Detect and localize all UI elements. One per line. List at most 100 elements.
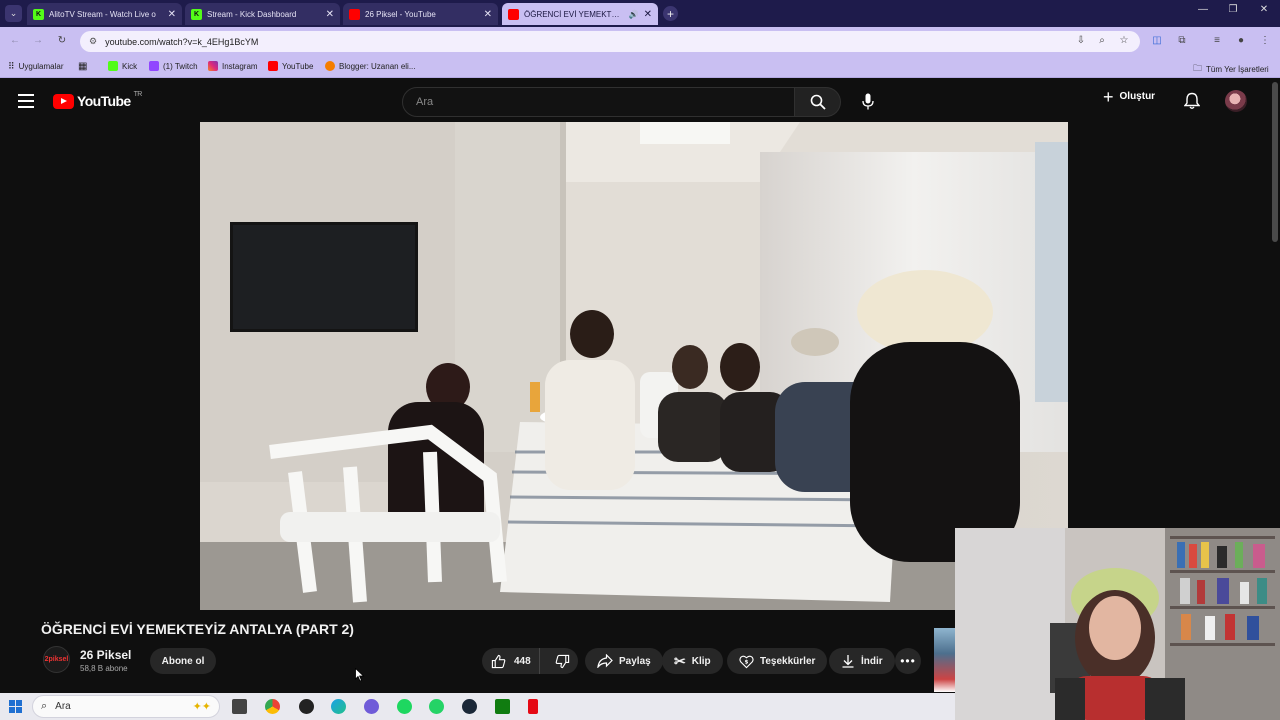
- scissors-icon: ✂: [674, 652, 686, 669]
- share-button[interactable]: Paylaş: [585, 648, 663, 674]
- menu-icon[interactable]: [18, 94, 34, 108]
- webcam-overlay: [955, 528, 1280, 720]
- spotify-icon[interactable]: [397, 699, 412, 714]
- dislike-button[interactable]: [546, 654, 578, 669]
- close-icon[interactable]: ✕: [644, 9, 652, 20]
- bookmark-label: Tüm Yer İşaretleri: [1206, 64, 1269, 74]
- bookmark-apps[interactable]: ⠿ Uygulamalar: [8, 61, 64, 72]
- browser-tab[interactable]: K AlitoTV Stream - Watch Live o ✕: [27, 3, 182, 25]
- new-tab-button[interactable]: +: [663, 6, 678, 21]
- search-input[interactable]: Ara: [402, 87, 795, 117]
- close-icon[interactable]: ✕: [326, 9, 334, 20]
- thanks-button[interactable]: $ Teşekkürler: [727, 648, 828, 674]
- youtube-header: YouTube TR Ara + Oluştur: [0, 80, 1280, 122]
- youtube-logo[interactable]: YouTube TR: [53, 91, 142, 109]
- download-icon: [842, 655, 854, 668]
- netflix-icon[interactable]: [528, 699, 538, 714]
- youtube-icon: [508, 8, 519, 20]
- browser-tab-active[interactable]: ÖĞRENCİ EVİ YEMEKTEYİZ 🔊 ✕: [502, 3, 658, 25]
- bookmark-kick[interactable]: Kick: [108, 61, 137, 71]
- like-dislike-group: 448: [482, 648, 578, 674]
- more-icon: •••: [900, 654, 916, 668]
- related-video-thumbnail[interactable]: [934, 628, 956, 692]
- all-bookmarks-folder[interactable]: 🗀 Tüm Yer İşaretleri: [1193, 61, 1269, 77]
- taskbar-search-placeholder: Ara: [55, 701, 71, 712]
- browser-toolbar: ← → ↻ ⚙ youtube.com/watch?v=k_4EHg1BcYM …: [0, 27, 1280, 56]
- browser-tab[interactable]: 26 Piksel - YouTube ✕: [343, 3, 498, 25]
- bookmark-blogger[interactable]: Blogger: Uzanan eli...: [325, 61, 416, 71]
- user-avatar[interactable]: [1225, 90, 1247, 112]
- speaker-icon[interactable]: 🔊: [629, 10, 639, 19]
- download-button[interactable]: İndir: [829, 648, 895, 674]
- video-title: ÖĞRENCİ EVİ YEMEKTEYİZ ANTALYA (PART 2): [41, 621, 354, 637]
- video-frame: [200, 122, 1068, 610]
- like-count: 448: [514, 655, 531, 667]
- tab-title: Stream - Kick Dashboard: [207, 9, 297, 19]
- taskbar-search-input[interactable]: ⌕ Ara ✦✦: [32, 695, 220, 718]
- xbox-icon[interactable]: [495, 699, 510, 714]
- restore-icon[interactable]: ❐: [1223, 4, 1243, 15]
- whatsapp-icon[interactable]: [429, 699, 444, 714]
- bookmarks-bar: ⠿ Uygulamalar ▦ Kick (1) Twitch Instagra…: [0, 56, 1280, 78]
- search-button[interactable]: [795, 87, 841, 117]
- bookmark-star-icon[interactable]: ☆: [1117, 35, 1131, 46]
- youtube-play-icon: [53, 93, 74, 109]
- close-icon[interactable]: ✕: [484, 9, 492, 20]
- edge-icon[interactable]: [331, 699, 346, 714]
- bookmark-youtube[interactable]: YouTube: [268, 61, 313, 71]
- instagram-icon: [208, 61, 218, 71]
- page-scrollbar[interactable]: [1272, 82, 1278, 242]
- discord-icon[interactable]: [364, 699, 379, 714]
- subscribe-button[interactable]: Abone ol: [150, 648, 216, 674]
- obs-icon[interactable]: [299, 699, 314, 714]
- bookmark-label: (1) Twitch: [163, 61, 198, 71]
- bell-icon: [1183, 92, 1201, 109]
- like-button[interactable]: 448: [482, 648, 541, 674]
- back-icon[interactable]: ←: [8, 35, 22, 46]
- close-window-icon[interactable]: ✕: [1254, 4, 1274, 15]
- extensions-icon[interactable]: ⧉: [1175, 35, 1189, 46]
- blogger-icon: [325, 61, 335, 71]
- channel-name[interactable]: 26 Piksel: [80, 648, 131, 662]
- bookmark-label: Kick: [122, 61, 138, 71]
- subscribe-label: Abone ol: [161, 655, 205, 667]
- youtube-icon: [268, 61, 278, 71]
- create-button[interactable]: + Oluştur: [1103, 86, 1155, 107]
- plus-icon: +: [1103, 86, 1114, 107]
- browser-tab[interactable]: K Stream - Kick Dashboard ✕: [185, 3, 340, 25]
- close-icon[interactable]: ✕: [168, 9, 176, 20]
- zoom-icon[interactable]: ⌕: [1095, 35, 1109, 46]
- site-info-icon[interactable]: ⚙: [89, 36, 97, 47]
- bookmark-twitch[interactable]: (1) Twitch: [149, 61, 198, 71]
- steam-icon[interactable]: [462, 699, 477, 714]
- install-icon[interactable]: ⇩: [1074, 35, 1088, 46]
- bookmark-label: Blogger: Uzanan eli...: [339, 61, 416, 71]
- share-label: Paylaş: [619, 655, 651, 667]
- search-icon: ⌕: [41, 700, 48, 712]
- translate-icon[interactable]: ◫: [1150, 35, 1164, 46]
- menu-icon[interactable]: ⋮: [1258, 35, 1272, 46]
- channel-avatar[interactable]: 2piksel: [43, 646, 70, 673]
- bookmark-instagram[interactable]: Instagram: [208, 61, 258, 71]
- clip-button[interactable]: ✂ Klip: [662, 648, 723, 674]
- address-bar[interactable]: ⚙ youtube.com/watch?v=k_4EHg1BcYM: [80, 31, 1140, 52]
- forward-icon[interactable]: →: [31, 35, 45, 46]
- minimize-icon[interactable]: —: [1193, 4, 1213, 15]
- browser-tab-strip: ⌄ K AlitoTV Stream - Watch Live o ✕ K St…: [0, 0, 1280, 27]
- task-view-icon[interactable]: [232, 699, 247, 714]
- windows-start-icon[interactable]: [9, 700, 22, 713]
- tab-search-dropdown[interactable]: ⌄: [5, 5, 22, 22]
- logo-text: YouTube: [77, 93, 131, 109]
- folder-icon: 🗀: [1193, 63, 1203, 73]
- more-actions-button[interactable]: •••: [895, 648, 921, 674]
- voice-search-button[interactable]: [857, 90, 879, 112]
- notifications-button[interactable]: [1183, 92, 1201, 115]
- apps-grid-icon[interactable]: ▦: [78, 61, 87, 72]
- svg-text:$: $: [745, 659, 749, 665]
- reading-list-icon[interactable]: ≡: [1210, 35, 1224, 46]
- profile-icon[interactable]: ●: [1234, 35, 1248, 46]
- tab-title: ÖĞRENCİ EVİ YEMEKTEYİZ: [524, 9, 624, 19]
- reload-icon[interactable]: ↻: [55, 35, 69, 46]
- video-player[interactable]: [200, 122, 1068, 610]
- chrome-icon[interactable]: [265, 699, 280, 714]
